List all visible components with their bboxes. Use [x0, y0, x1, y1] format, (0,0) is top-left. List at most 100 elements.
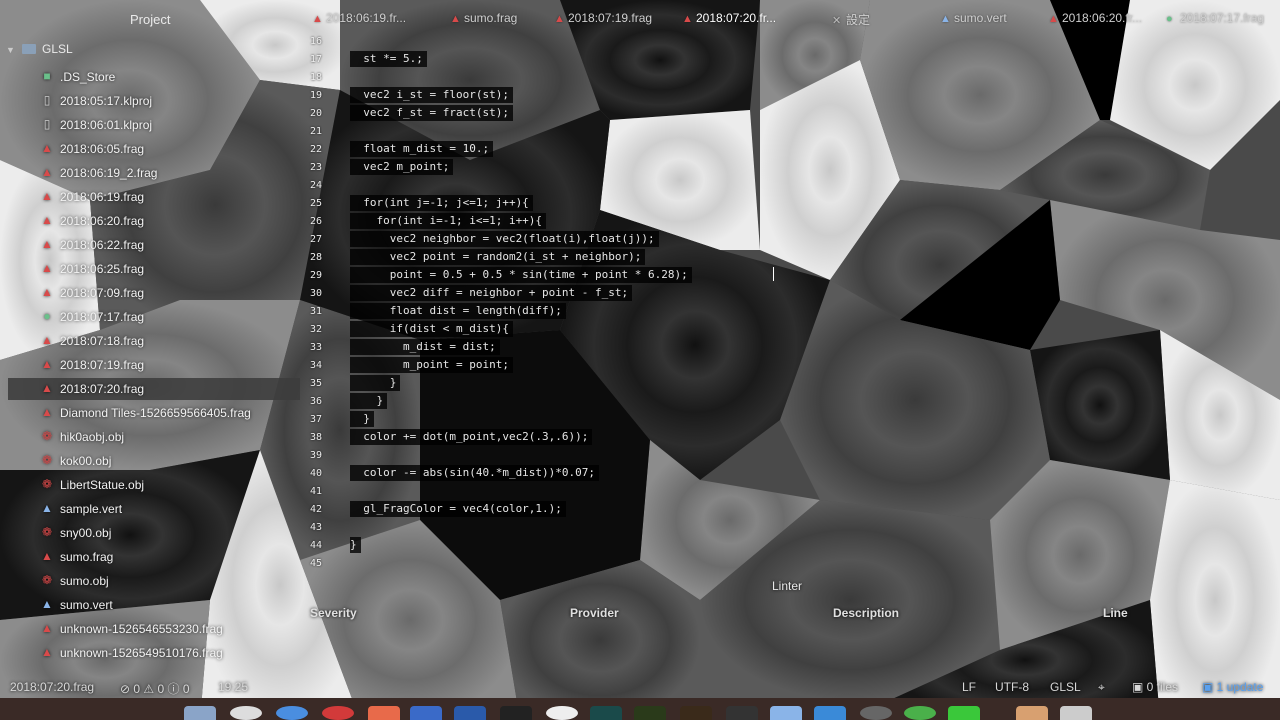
project-tree-view: ▼ GLSL ■ .DS_Store ▯ 2018:05:17.klproj ▯ 2018:…: [0, 38, 300, 678]
code-text: }: [350, 411, 374, 427]
line-number: 28: [309, 252, 322, 263]
dock-app-icon[interactable]: [276, 706, 308, 720]
tab-2018-07-19[interactable]: ▲ 2018:07:19.frag: [554, 11, 652, 25]
dock-app-icon[interactable]: [948, 706, 980, 720]
column-severity[interactable]: Severity: [310, 606, 357, 620]
code-text: point = 0.5 + 0.5 * sin(time + point * 6…: [350, 267, 692, 283]
tree-file-item[interactable]: ▲ sample.vert: [0, 498, 300, 520]
tree-file-item[interactable]: ▲ 2018:06:22.frag: [0, 234, 300, 256]
tree-file-item[interactable]: ❁ sny00.obj: [0, 522, 300, 544]
dock-app-icon[interactable]: [454, 706, 486, 720]
tree-file-item[interactable]: ▲ sumo.frag: [0, 546, 300, 568]
tree-file-name: .DS_Store: [60, 70, 116, 84]
tree-file-item[interactable]: ▲ Diamond Tiles-1526659566405.frag: [0, 402, 300, 424]
tab-2018-07-17[interactable]: ● 2018:07:17.frag: [1166, 11, 1264, 25]
tree-file-item[interactable]: ● 2018:07:17.frag: [0, 306, 300, 328]
tree-file-item[interactable]: ▲ 2018:06:05.frag: [0, 138, 300, 160]
dock-app-icon[interactable]: [1016, 706, 1048, 720]
column-line[interactable]: Line: [1103, 606, 1128, 620]
dock-app-icon[interactable]: [726, 706, 758, 720]
code-text: vec2 m_point;: [350, 159, 454, 175]
tree-root-folder[interactable]: ▼ GLSL: [6, 42, 73, 56]
dock-app-icon[interactable]: [546, 706, 578, 720]
tree-file-item[interactable]: ▲ unknown-1526549510176.frag: [0, 642, 300, 664]
tree-file-item[interactable]: ❁ sumo.obj: [0, 570, 300, 592]
status-updates[interactable]: ▣ 1 update: [1202, 680, 1263, 694]
line-number: 44: [309, 540, 322, 551]
vert-file-icon: ▲: [41, 501, 53, 515]
status-grammar[interactable]: GLSL: [1050, 680, 1081, 694]
frag-file-icon: ▲: [41, 405, 53, 419]
code-editor[interactable]: 16 17 st *= 5.; 18 19 vec2 i_st = floor(st)…: [300, 30, 1280, 575]
dock-app-icon[interactable]: [770, 706, 802, 720]
dock-app-icon[interactable]: [1060, 706, 1092, 720]
tab-2018-06-19[interactable]: ▲ 2018:06:19.fr...: [312, 11, 406, 25]
tree-file-item[interactable]: ▲ unknown-1526546553230.frag: [0, 618, 300, 640]
tab-sumo-vert[interactable]: ▲ sumo.vert: [940, 11, 1007, 25]
status-line-ending[interactable]: LF: [962, 680, 976, 694]
dock-app-icon[interactable]: [590, 706, 622, 720]
frag-file-icon: ▲: [1048, 13, 1059, 25]
tree-file-item[interactable]: ▲ 2018:07:19.frag: [0, 354, 300, 376]
tab-2018-07-20-active[interactable]: ▲ 2018:07:20.fr...: [682, 11, 776, 25]
folder-icon: [22, 44, 36, 54]
obj-file-icon: ❁: [41, 453, 53, 467]
status-git-files[interactable]: ▣ 0 files: [1132, 680, 1178, 694]
tab-2018-06-20[interactable]: ▲ 2018:06:20.fr...: [1048, 11, 1142, 25]
frag-file-icon: ▲: [41, 189, 53, 203]
status-cursor-position[interactable]: 19:25: [218, 680, 248, 694]
line-number: 30: [309, 288, 322, 299]
document-icon: ▯: [43, 117, 51, 131]
tree-file-item[interactable]: ▲ 2018:06:20.frag: [0, 210, 300, 232]
code-line: 21: [300, 122, 1280, 140]
tab-sumo-frag[interactable]: ▲ sumo.frag: [450, 11, 517, 25]
line-number: 16: [309, 36, 322, 47]
tree-file-item[interactable]: ❁ kok00.obj: [0, 450, 300, 472]
broadcast-icon[interactable]: ⌖: [1098, 680, 1105, 695]
tree-file-item[interactable]: ▲ 2018:07:20.frag: [8, 378, 300, 400]
tree-file-item[interactable]: ▲ 2018:07:18.frag: [0, 330, 300, 352]
code-line: 45: [300, 554, 1280, 572]
dock-app-icon[interactable]: [184, 706, 216, 720]
dock-app-icon[interactable]: [634, 706, 666, 720]
tree-file-item[interactable]: ▯ 2018:06:01.klproj: [0, 114, 300, 136]
code-text: vec2 neighbor = vec2(float(i),float(j));: [350, 231, 659, 247]
column-provider[interactable]: Provider: [570, 606, 619, 620]
tree-file-item[interactable]: ▲ sumo.vert: [0, 594, 300, 616]
frag-file-icon: ▲: [41, 237, 53, 251]
tree-file-item[interactable]: ■ .DS_Store: [0, 66, 300, 88]
dock-app-icon[interactable]: [814, 706, 846, 720]
dock-app-icon[interactable]: [500, 706, 532, 720]
dock-app-icon[interactable]: [410, 706, 442, 720]
tab-settings[interactable]: ✕ 設定: [832, 11, 870, 28]
dock-app-icon[interactable]: [230, 706, 262, 720]
tree-file-item[interactable]: ▲ 2018:07:09.frag: [0, 282, 300, 304]
code-line: 17 st *= 5.;: [300, 50, 1280, 68]
dock-app-icon[interactable]: [904, 706, 936, 720]
code-text: }: [350, 375, 401, 391]
line-number: 24: [309, 180, 322, 191]
dock-app-icon[interactable]: [680, 706, 712, 720]
status-file-path[interactable]: 2018:07:20.frag: [10, 680, 94, 694]
tree-file-item[interactable]: ▲ 2018:06:19_2.frag: [0, 162, 300, 184]
status-encoding[interactable]: UTF-8: [995, 680, 1029, 694]
tree-file-item[interactable]: ▲ 2018:06:25.frag: [0, 258, 300, 280]
code-text: vec2 i_st = floor(st);: [350, 87, 513, 103]
column-description[interactable]: Description: [833, 606, 899, 620]
line-number: 33: [309, 342, 322, 353]
dock-app-icon[interactable]: [368, 706, 400, 720]
code-text: float dist = length(diff);: [350, 303, 566, 319]
dock-app-icon[interactable]: [860, 706, 892, 720]
status-diagnostic-counts[interactable]: ⊘ 0 ⚠ 0 ⓘ 0: [120, 680, 190, 697]
tree-file-item[interactable]: ❁ hik0aobj.obj: [0, 426, 300, 448]
code-text: color += dot(m_point,vec2(.3,.6));: [350, 429, 593, 445]
frag-file-icon: ▲: [554, 13, 565, 25]
tree-file-item[interactable]: ❁ LibertStatue.obj: [0, 474, 300, 496]
code-line: 30 vec2 diff = neighbor + point - f_st;: [300, 284, 1280, 302]
tree-file-item[interactable]: ▲ 2018:06:19.frag: [0, 186, 300, 208]
tree-file-item[interactable]: ▯ 2018:05:17.klproj: [0, 90, 300, 112]
macos-dock: [0, 698, 1280, 720]
line-number: 17: [309, 54, 322, 65]
dock-app-icon[interactable]: [322, 706, 354, 720]
